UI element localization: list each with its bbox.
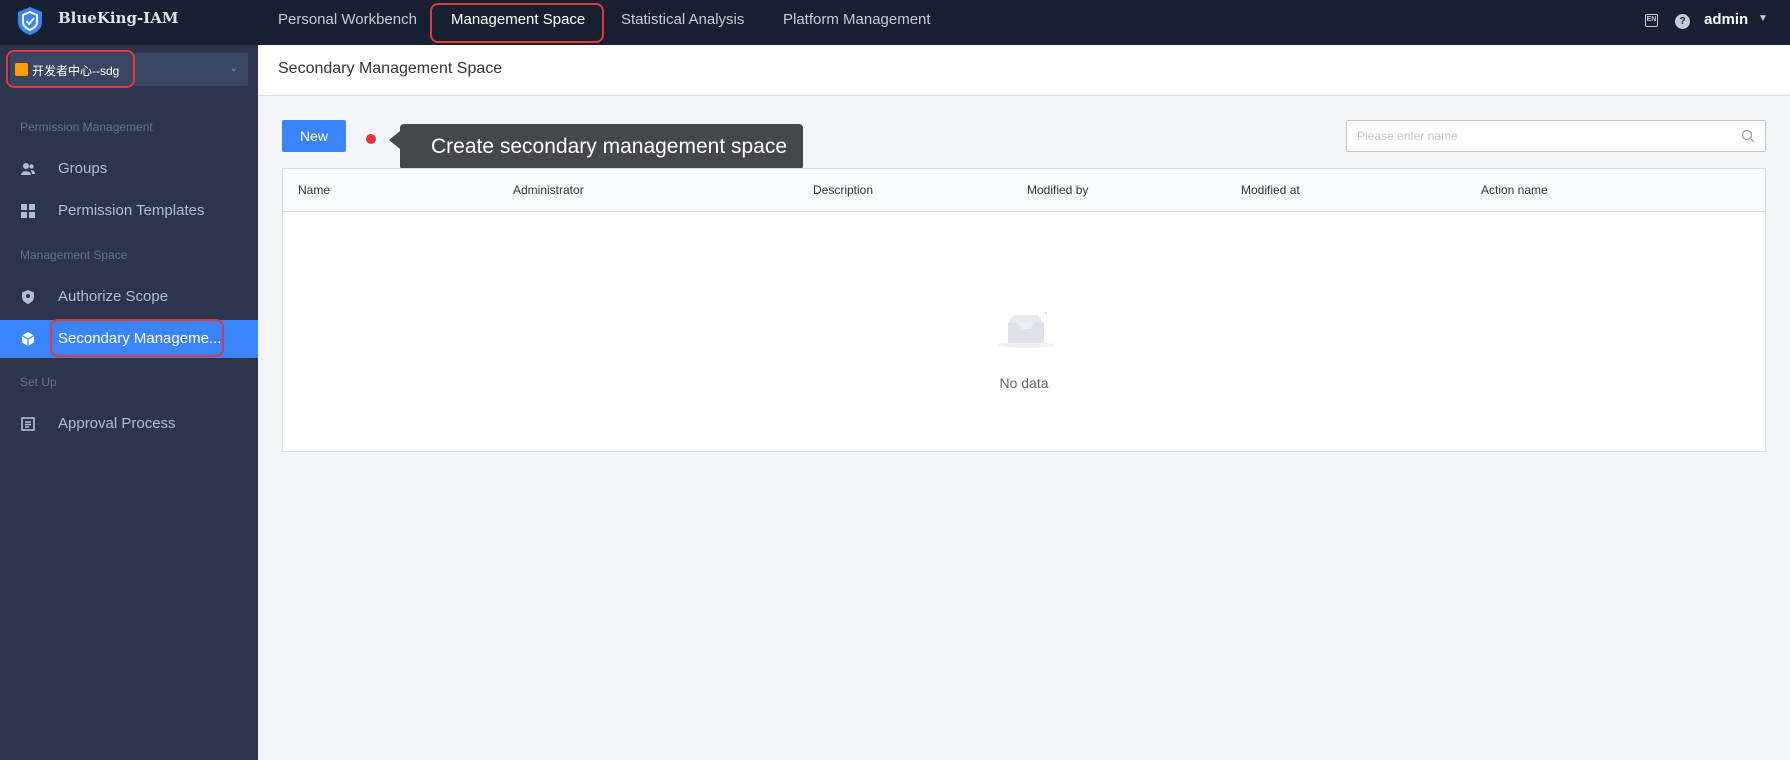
annotation-dot (366, 134, 376, 144)
top-navbar: BlueKing-IAM Personal Workbench Manageme… (0, 0, 1790, 45)
sidebar-item-groups[interactable]: Groups (0, 150, 258, 188)
nav-personal-workbench[interactable]: Personal Workbench (278, 11, 417, 28)
sidebar-item-approval-process[interactable]: Approval Process (0, 405, 258, 443)
highlight-box-space (6, 50, 135, 88)
chevron-down-icon[interactable]: ▼ (1758, 13, 1768, 24)
tooltip: Create secondary management space (400, 124, 803, 170)
grid-icon (21, 204, 35, 218)
chevron-down-icon: ⌄ (229, 63, 238, 74)
language-icon[interactable]: EN (1645, 14, 1658, 27)
group-title-permission: Permission Management (20, 120, 153, 134)
sidebar-item-label: Approval Process (58, 415, 176, 432)
table-header: Name Administrator Description Modified … (283, 169, 1765, 212)
help-icon[interactable]: ? (1675, 14, 1690, 29)
column-header-administrator: Administrator (513, 183, 584, 197)
column-header-modified-at: Modified at (1241, 183, 1300, 197)
group-title-management-space: Management Space (20, 248, 128, 262)
sidebar: 开发者中心--sdg ⌄ Permission Management Group… (0, 45, 258, 760)
column-header-description: Description (813, 183, 874, 197)
column-header-action-name: Action name (1481, 183, 1548, 197)
highlight-box-secondary (50, 319, 224, 357)
sidebar-item-label: Authorize Scope (58, 288, 169, 305)
cube-icon (21, 332, 35, 346)
tooltip-arrow (389, 131, 400, 149)
search-box (1346, 120, 1766, 152)
search-input[interactable] (1347, 121, 1727, 151)
brand-name: BlueKing-IAM (58, 9, 179, 27)
users-icon (21, 163, 35, 175)
user-menu[interactable]: admin (1704, 11, 1748, 28)
search-icon[interactable] (1741, 129, 1755, 143)
nav-statistical-analysis[interactable]: Statistical Analysis (621, 11, 744, 28)
shield-icon (22, 290, 34, 304)
page-title: Secondary Management Space (278, 60, 503, 77)
empty-box-icon (998, 312, 1054, 348)
column-header-name: Name (298, 183, 331, 197)
group-title-setup: Set Up (20, 375, 57, 389)
new-button[interactable]: New (282, 120, 346, 152)
empty-state-text: No data (999, 375, 1049, 391)
sidebar-item-label: Permission Templates (58, 202, 205, 219)
sidebar-item-authorize-scope[interactable]: Authorize Scope (0, 278, 258, 316)
nav-platform-management[interactable]: Platform Management (783, 11, 931, 28)
highlight-box-nav (430, 3, 604, 43)
document-icon (21, 417, 35, 431)
column-header-modified-by: Modified by (1027, 183, 1089, 197)
sidebar-item-label: Groups (58, 160, 108, 177)
data-table: Name Administrator Description Modified … (282, 168, 1766, 452)
sidebar-item-permission-templates[interactable]: Permission Templates (0, 192, 258, 230)
blueking-logo-icon[interactable] (16, 6, 44, 36)
page-header: Secondary Management Space (258, 45, 1790, 96)
